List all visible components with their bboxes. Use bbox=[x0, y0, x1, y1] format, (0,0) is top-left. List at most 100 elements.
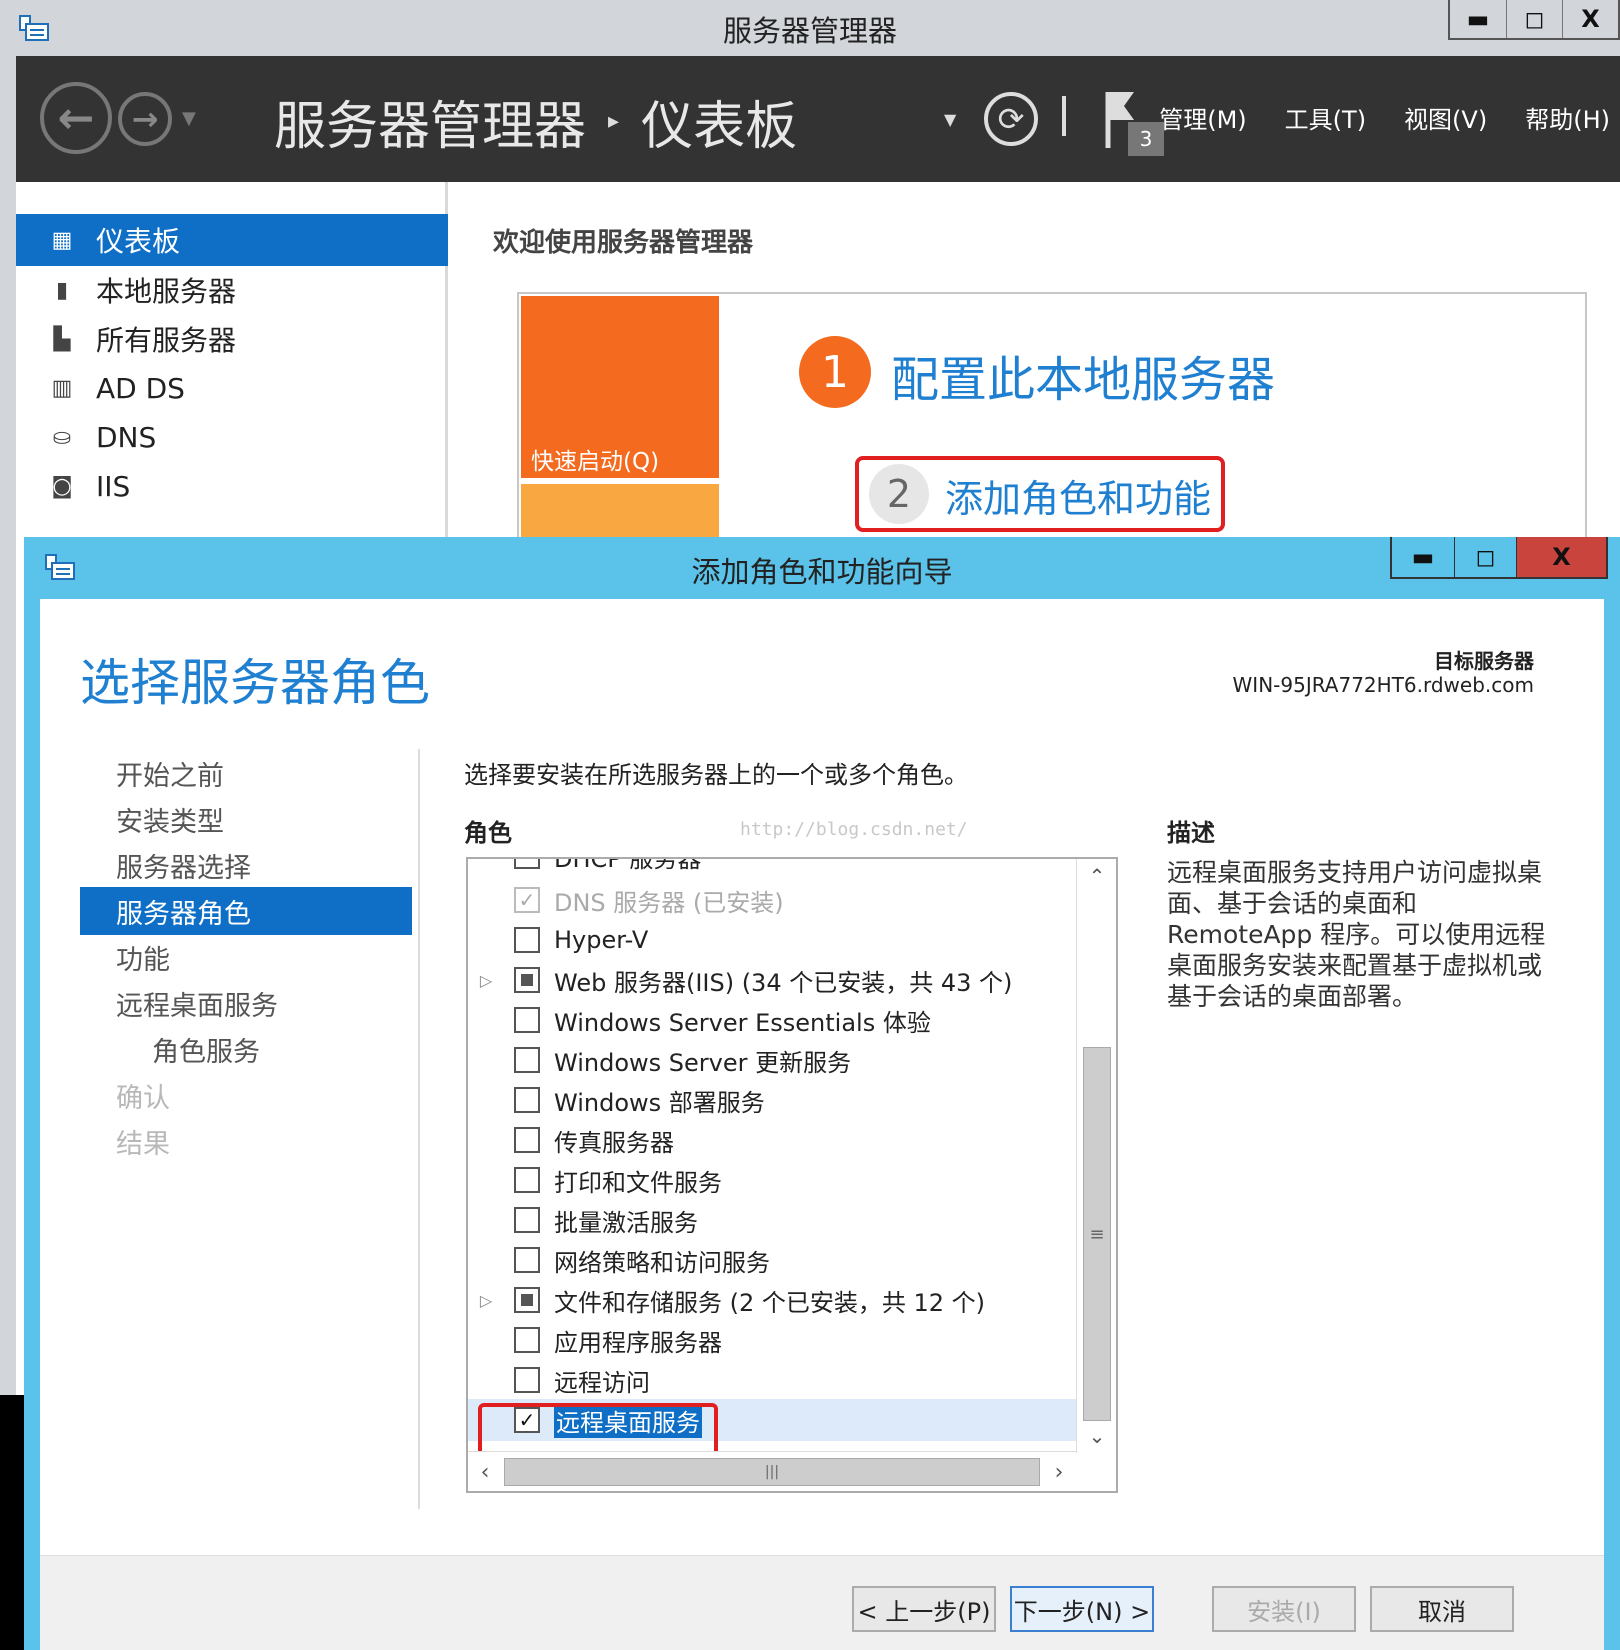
nav-remote-desktop-services[interactable]: 远程桌面服务 bbox=[80, 979, 412, 1027]
menu-help[interactable]: 帮助(H) bbox=[1525, 100, 1610, 135]
role-wds[interactable]: Windows 部署服务 bbox=[468, 1079, 1076, 1121]
sidebar-item-dashboard[interactable]: ▦ 仪表板 bbox=[16, 214, 448, 266]
role-hyper-v[interactable]: Hyper-V bbox=[468, 919, 1076, 961]
role-application-server[interactable]: 应用程序服务器 bbox=[468, 1319, 1076, 1361]
role-npas[interactable]: 网络策略和访问服务 bbox=[468, 1239, 1076, 1281]
add-roles-features-link[interactable]: 添加角色和功能 bbox=[945, 468, 1211, 523]
sidebar-item-label: DNS bbox=[96, 420, 157, 454]
role-label: 远程访问 bbox=[554, 1368, 650, 1397]
add-roles-wizard-window: 添加角色和功能向导 ▬ ◻ X 选择服务器角色 目标服务器 WIN-95JRA7… bbox=[24, 537, 1620, 1650]
forward-arrow-icon[interactable]: → bbox=[118, 92, 172, 146]
configure-local-server-link[interactable]: 配置此本地服务器 bbox=[891, 340, 1275, 410]
history-dropdown-icon[interactable]: ▼ bbox=[182, 108, 196, 129]
role-fax-server[interactable]: 传真服务器 bbox=[468, 1119, 1076, 1161]
dns-icon: ⛀ bbox=[52, 424, 72, 450]
sidebar-item-iis[interactable]: ◙ IIS bbox=[16, 460, 448, 512]
menu-tools[interactable]: 工具(T) bbox=[1285, 100, 1366, 135]
role-label: Windows 部署服务 bbox=[554, 1088, 765, 1117]
vertical-scrollbar[interactable]: ⌃ ≡ ⌄ bbox=[1076, 859, 1116, 1453]
role-checkbox[interactable] bbox=[514, 1167, 540, 1193]
scroll-left-icon[interactable]: ‹ bbox=[468, 1452, 502, 1491]
horizontal-scrollbar[interactable]: ‹ ||| › bbox=[468, 1451, 1076, 1491]
role-essentials[interactable]: Windows Server Essentials 体验 bbox=[468, 999, 1076, 1041]
close-button[interactable]: X bbox=[1516, 537, 1606, 577]
next-button[interactable]: 下一步(N) > bbox=[1010, 1586, 1154, 1632]
scroll-down-icon[interactable]: ⌄ bbox=[1077, 1419, 1116, 1453]
nav-results: 结果 bbox=[116, 1128, 170, 1160]
previous-button[interactable]: < 上一步(P) bbox=[852, 1586, 996, 1632]
nav-role-services[interactable]: 角色服务 bbox=[80, 1025, 412, 1073]
scroll-thumb[interactable]: ≡ bbox=[1083, 1047, 1111, 1421]
role-checkbox[interactable] bbox=[514, 1127, 540, 1153]
menu-view[interactable]: 视图(V) bbox=[1404, 100, 1487, 135]
sidebar-item-all-servers[interactable]: ▙ 所有服务器 bbox=[16, 313, 448, 365]
role-wsus[interactable]: Windows Server 更新服务 bbox=[468, 1039, 1076, 1081]
role-checkbox[interactable] bbox=[514, 1367, 540, 1393]
role-checkbox[interactable] bbox=[514, 1287, 540, 1313]
scroll-thumb[interactable]: ||| bbox=[504, 1458, 1040, 1486]
nav-server-roles[interactable]: 服务器角色 bbox=[80, 887, 412, 935]
role-checkbox[interactable] bbox=[514, 1327, 540, 1353]
role-checkbox[interactable] bbox=[514, 859, 540, 869]
role-label: 文件和存储服务 (2 个已安装，共 12 个) bbox=[554, 1288, 986, 1317]
watermark: http://blog.csdn.net/ bbox=[740, 819, 968, 840]
roles-tree: DHCP 服务器 ✓ DNS 服务器 (已安装) Hyper-V ▷ Web 服… bbox=[466, 857, 1118, 1493]
sidebar-item-local-server[interactable]: ▮ 本地服务器 bbox=[16, 264, 448, 316]
nav-server-selection[interactable]: 服务器选择 bbox=[80, 841, 412, 889]
role-checkbox[interactable] bbox=[514, 1047, 540, 1073]
role-print-file[interactable]: 打印和文件服务 bbox=[468, 1159, 1076, 1201]
scroll-right-icon[interactable]: › bbox=[1042, 1452, 1076, 1491]
server-icon: ▮ bbox=[55, 277, 69, 303]
expand-arrow-icon[interactable]: ▷ bbox=[468, 1291, 504, 1310]
scroll-up-icon[interactable]: ⌃ bbox=[1077, 859, 1116, 893]
role-checkbox[interactable] bbox=[514, 927, 540, 953]
server-manager-titlebar: 服务器管理器 ▬ ◻ X bbox=[0, 0, 1620, 56]
refresh-icon[interactable]: ⟳ bbox=[984, 92, 1038, 146]
role-label: Hyper-V bbox=[554, 926, 649, 954]
sidebar-item-ad-ds[interactable]: ▥ AD DS bbox=[16, 362, 448, 414]
role-checkbox[interactable] bbox=[514, 1007, 540, 1033]
role-label: Windows Server 更新服务 bbox=[554, 1048, 852, 1077]
expand-arrow-icon[interactable]: ▷ bbox=[468, 971, 504, 990]
ad-ds-icon: ▥ bbox=[51, 375, 73, 401]
wizard-window-controls: ▬ ◻ X bbox=[1390, 537, 1608, 579]
nav-installation-type[interactable]: 安装类型 bbox=[80, 795, 412, 843]
sidebar-item-dns[interactable]: ⛀ DNS bbox=[16, 411, 448, 463]
description-heading: 描述 bbox=[1167, 819, 1215, 847]
breadcrumb: 服务器管理器 ▸ 仪表板 bbox=[274, 84, 797, 159]
nav-before-you-begin[interactable]: 开始之前 bbox=[80, 749, 412, 797]
role-checkbox[interactable] bbox=[514, 1247, 540, 1273]
role-label: 批量激活服务 bbox=[554, 1208, 698, 1237]
chevron-down-icon[interactable]: ▼ bbox=[944, 110, 956, 129]
role-volume-activation[interactable]: 批量激活服务 bbox=[468, 1199, 1076, 1241]
role-checkbox[interactable] bbox=[514, 1207, 540, 1233]
minimize-button[interactable]: ▬ bbox=[1392, 537, 1454, 577]
breadcrumb-root[interactable]: 服务器管理器 bbox=[274, 84, 586, 159]
iis-icon: ◙ bbox=[51, 473, 73, 499]
back-arrow-icon[interactable]: ← bbox=[40, 82, 112, 154]
role-label: Web 服务器(IIS) (34 个已安装，共 43 个) bbox=[554, 968, 1013, 997]
role-label: 应用程序服务器 bbox=[554, 1328, 722, 1357]
sidebar-item-label: 仪表板 bbox=[96, 225, 181, 258]
quick-start-tile[interactable]: 快速启动(Q) bbox=[521, 296, 719, 478]
cancel-button[interactable]: 取消 bbox=[1370, 1586, 1514, 1632]
step1-number: 1 bbox=[799, 336, 871, 408]
maximize-button[interactable]: ◻ bbox=[1506, 0, 1562, 38]
role-label: 传真服务器 bbox=[554, 1128, 674, 1157]
sidebar-item-label: IIS bbox=[96, 469, 131, 503]
role-web-server-iis[interactable]: ▷ Web 服务器(IIS) (34 个已安装，共 43 个) bbox=[468, 959, 1076, 1001]
menu-manage[interactable]: 管理(M) bbox=[1159, 100, 1246, 135]
nav-features[interactable]: 功能 bbox=[80, 933, 412, 981]
welcome-title: 欢迎使用服务器管理器 bbox=[493, 228, 754, 258]
maximize-button[interactable]: ◻ bbox=[1454, 537, 1516, 577]
minimize-button[interactable]: ▬ bbox=[1450, 0, 1506, 38]
role-file-storage[interactable]: ▷ 文件和存储服务 (2 个已安装，共 12 个) bbox=[468, 1279, 1076, 1321]
wizard-body: 选择服务器角色 目标服务器 WIN-95JRA772HT6.rdweb.com … bbox=[40, 599, 1604, 1650]
role-remote-access[interactable]: 远程访问 bbox=[468, 1359, 1076, 1401]
role-dhcp[interactable]: DHCP 服务器 bbox=[468, 859, 1076, 877]
role-checkbox[interactable] bbox=[514, 1087, 540, 1113]
close-button[interactable]: X bbox=[1562, 0, 1618, 38]
roles-heading: 角色 bbox=[464, 819, 512, 847]
role-checkbox[interactable] bbox=[514, 967, 540, 993]
target-server-label: 目标服务器 bbox=[1434, 649, 1534, 673]
